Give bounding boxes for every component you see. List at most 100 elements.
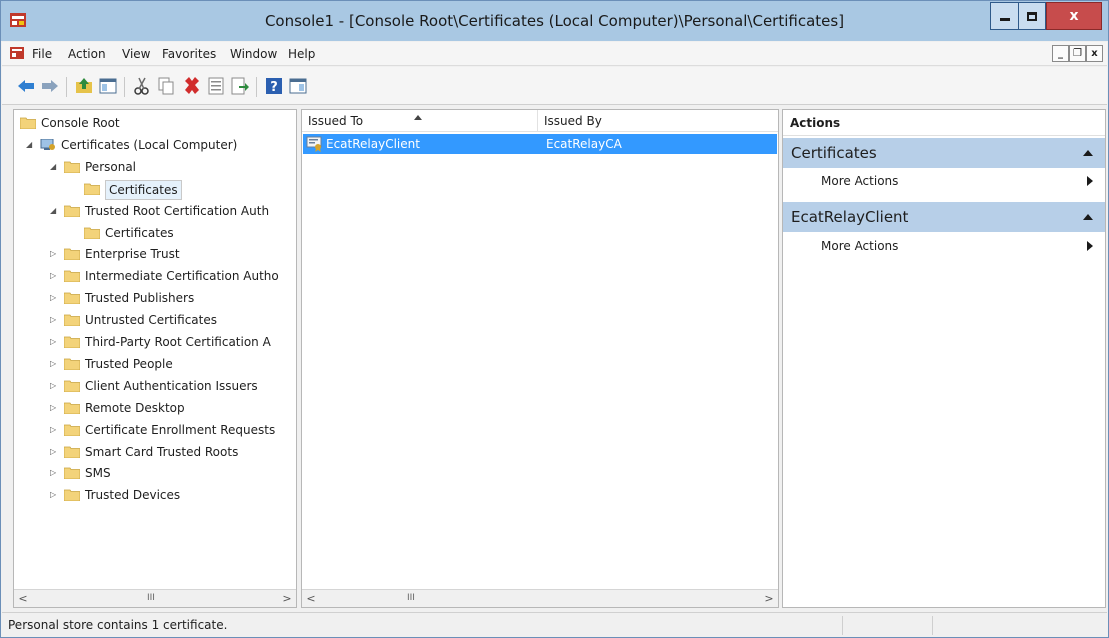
collapsed-triangle-icon[interactable]: ▷ [50, 332, 60, 352]
folder-icon [64, 161, 80, 173]
tree-node-label: Trusted People [85, 356, 173, 371]
window-title: Console1 - [Console Root\Certificates (L… [264, 12, 845, 30]
menu-view[interactable]: View [122, 42, 150, 66]
back-arrow-icon[interactable] [16, 76, 36, 96]
show-hide-action-pane-icon[interactable] [288, 76, 308, 96]
folder-icon [64, 292, 80, 305]
mmc-window: Console1 - [Console Root\Certificates (L… [0, 0, 1109, 638]
more-actions-label: More Actions [821, 174, 899, 188]
toolbar-separator [124, 77, 125, 97]
delete-icon[interactable] [182, 76, 202, 96]
tree-node[interactable]: ▷ Enterprise Trust [14, 244, 296, 264]
tree-node-label: Certificates [105, 179, 182, 200]
menu-action[interactable]: Action [68, 42, 106, 66]
tree-node[interactable]: ▷ Remote Desktop [14, 398, 296, 418]
maximize-button[interactable] [1018, 2, 1046, 30]
tree-node-label: Remote Desktop [85, 400, 185, 415]
minimize-button[interactable] [990, 2, 1018, 30]
tree-node-label: Certificates [105, 225, 174, 240]
tree-node[interactable]: ▷ Untrusted Certificates [14, 310, 296, 330]
collapse-section-icon [1083, 214, 1093, 220]
tree-node[interactable]: ▷ Client Authentication Issuers [14, 376, 296, 396]
actions-section-label: EcatRelayClient [791, 208, 909, 226]
menu-file[interactable]: File [32, 42, 52, 66]
scroll-right-arrow[interactable]: > [278, 590, 296, 607]
menu-help[interactable]: Help [288, 42, 315, 66]
folder-icon [64, 358, 80, 370]
collapsed-triangle-icon[interactable]: ▷ [50, 288, 60, 308]
export-list-icon[interactable] [230, 76, 250, 96]
collapsed-triangle-icon[interactable]: ▷ [50, 442, 60, 462]
collapsed-triangle-icon[interactable]: ▷ [50, 485, 60, 505]
more-actions-certificates[interactable]: More Actions [783, 169, 1105, 193]
tree-node-label: Trusted Devices [85, 488, 181, 503]
close-icon: x [1069, 8, 1079, 24]
submenu-arrow-icon [1087, 176, 1093, 186]
help-icon[interactable]: ? [264, 76, 284, 96]
menu-window[interactable]: Window [230, 42, 277, 66]
tree-node[interactable]: ▷ SMS [14, 463, 296, 483]
tree-node[interactable]: ◢ Trusted Root Certification Auth [14, 201, 296, 221]
collapsed-triangle-icon[interactable]: ▷ [50, 266, 60, 286]
tree-node[interactable]: ▷ Intermediate Certification Autho [14, 266, 296, 286]
tree-node[interactable]: Certificates [14, 223, 296, 243]
title-bar[interactable]: Console1 - [Console Root\Certificates (L… [1, 1, 1108, 41]
cut-icon[interactable] [132, 76, 152, 96]
collapsed-triangle-icon[interactable]: ▷ [50, 310, 60, 330]
expanded-triangle-icon[interactable]: ◢ [50, 157, 60, 177]
expanded-triangle-icon[interactable]: ◢ [50, 201, 60, 221]
tree-node[interactable]: ▷ Third-Party Root Certification A [14, 332, 296, 352]
collapsed-triangle-icon[interactable]: ▷ [50, 398, 60, 418]
actions-section-ecatrelayclient[interactable]: EcatRelayClient [783, 202, 1105, 232]
tree-node[interactable]: ◢ Personal [14, 157, 296, 177]
up-one-level-icon[interactable] [74, 76, 94, 96]
tree-node[interactable]: ▷ Trusted Publishers [14, 288, 296, 308]
table-row[interactable]: EcatRelayClient EcatRelayCA [303, 134, 777, 154]
tree-node[interactable]: ▷ Smart Card Trusted Roots [14, 442, 296, 462]
scroll-right-arrow[interactable]: > [760, 590, 778, 607]
actions-section-label: Certificates [791, 144, 877, 162]
tree-node-label: Certificate Enrollment Requests [85, 422, 276, 437]
collapsed-triangle-icon[interactable]: ▷ [50, 354, 60, 374]
tree-node-label: Trusted Publishers [85, 291, 195, 306]
tree-node[interactable]: Console Root [14, 113, 296, 133]
tree-node[interactable]: ▷ Trusted People [14, 354, 296, 374]
console-tree-pane[interactable]: Console Root ◢ Certificates (Local Compute… [13, 109, 297, 608]
tree-node[interactable]: Certificates [14, 179, 296, 200]
certificates-snapin-icon [40, 138, 55, 150]
scroll-thumb-grip[interactable]: III [407, 590, 415, 607]
menu-favorites[interactable]: Favorites [162, 42, 216, 66]
collapsed-triangle-icon[interactable]: ▷ [50, 463, 60, 483]
actions-section-certificates[interactable]: Certificates [783, 138, 1105, 168]
mdi-close-button[interactable]: x [1086, 45, 1103, 62]
column-header-issued-to[interactable]: Issued To [302, 110, 538, 132]
tree-horizontal-scrollbar[interactable]: < III > [14, 589, 296, 607]
folder-icon [64, 489, 80, 502]
copy-icon[interactable] [156, 76, 176, 96]
mdi-restore-button[interactable]: ❐ [1069, 45, 1086, 62]
tree-node[interactable]: ▷ Certificate Enrollment Requests [14, 420, 296, 440]
expanded-triangle-icon[interactable]: ◢ [26, 135, 36, 155]
more-actions-label: More Actions [821, 239, 899, 253]
status-divider [842, 616, 843, 635]
scroll-left-arrow[interactable]: < [302, 590, 320, 607]
show-hide-console-tree-icon[interactable] [98, 76, 118, 96]
column-header-issued-by[interactable]: Issued By [538, 110, 778, 132]
tree-node-label: SMS [85, 466, 111, 481]
scroll-thumb-grip[interactable]: III [147, 590, 155, 607]
collapsed-triangle-icon[interactable]: ▷ [50, 376, 60, 396]
close-button[interactable]: x [1046, 2, 1102, 30]
scroll-left-arrow[interactable]: < [14, 590, 32, 607]
mmc-system-menu-icon[interactable] [10, 46, 24, 60]
tree-node[interactable]: ◢ Certificates (Local Computer) [14, 135, 296, 155]
collapsed-triangle-icon[interactable]: ▷ [50, 420, 60, 440]
results-pane: Issued To Issued By EcatRelayClient Ecat… [301, 109, 779, 608]
collapsed-triangle-icon[interactable]: ▷ [50, 244, 60, 264]
forward-arrow-icon[interactable] [40, 76, 60, 96]
mdi-minimize-button[interactable]: _ [1052, 45, 1069, 62]
tree-node[interactable]: ▷ Trusted Devices [14, 485, 296, 505]
more-actions-ecatrelayclient[interactable]: More Actions [783, 234, 1105, 258]
tree-node-label: Trusted Root Certification Auth [85, 203, 270, 218]
results-horizontal-scrollbar[interactable]: < III > [302, 589, 778, 607]
properties-icon[interactable] [206, 76, 226, 96]
